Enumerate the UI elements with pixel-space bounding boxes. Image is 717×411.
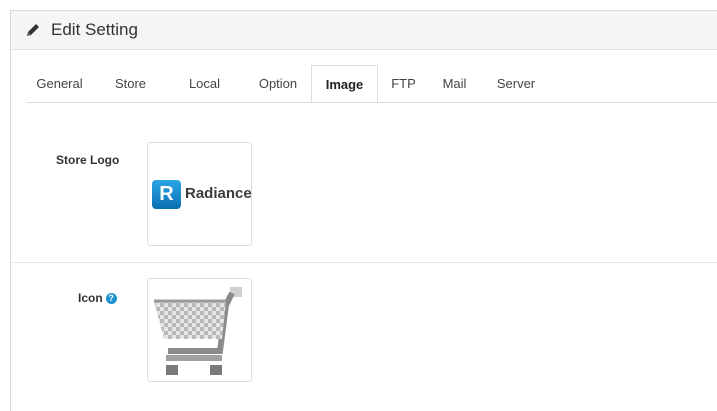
- store-logo-label: Store Logo: [56, 153, 120, 167]
- icon-thumbnail[interactable]: [147, 278, 252, 382]
- store-logo-thumbnail[interactable]: R Radiance: [147, 142, 252, 246]
- section-divider: [11, 262, 717, 263]
- tab-mail[interactable]: Mail: [432, 65, 477, 102]
- tab-ftp[interactable]: FTP: [381, 65, 426, 102]
- tab-option[interactable]: Option: [245, 65, 311, 102]
- pencil-icon: [27, 24, 39, 36]
- radiance-logo-text: Radiance: [185, 185, 252, 202]
- settings-tabs: General Store Local Option Image FTP Mai…: [27, 65, 717, 103]
- settings-panel: Edit Setting General Store Local Option …: [10, 10, 717, 411]
- panel-title: Edit Setting: [51, 20, 138, 39]
- icon-label: Icon: [78, 291, 103, 305]
- shopping-cart-icon: [154, 287, 242, 375]
- icon-label-wrap: Icon?: [78, 291, 117, 305]
- question-circle-icon[interactable]: ?: [105, 293, 117, 305]
- tab-general[interactable]: General: [27, 65, 92, 102]
- panel-heading: Edit Setting: [11, 11, 717, 50]
- tab-server[interactable]: Server: [486, 65, 546, 102]
- radiance-logo-icon: R: [152, 180, 181, 209]
- tab-local[interactable]: Local: [172, 65, 237, 102]
- tab-image[interactable]: Image: [311, 65, 378, 102]
- tab-store[interactable]: Store: [103, 65, 158, 102]
